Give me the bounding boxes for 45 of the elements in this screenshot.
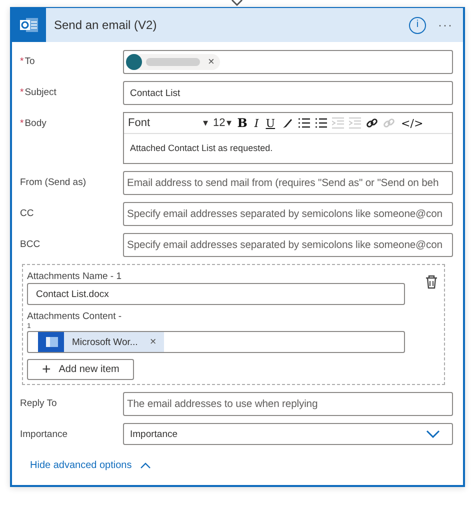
pen-icon[interactable]: [281, 117, 294, 129]
token-label: Microsoft Wor...: [72, 336, 138, 348]
remove-button[interactable]: ×: [150, 336, 156, 348]
remove-button[interactable]: ×: [208, 56, 214, 68]
more-button[interactable]: ···: [438, 18, 453, 32]
card-title: Send an email (V2): [54, 18, 158, 32]
field-label: Attachments Name - 1: [27, 271, 122, 282]
attachment-content-field[interactable]: Microsoft Wor... ×: [27, 331, 405, 353]
input-field[interactable]: Email address to send mail from (requires "Send as" or "Send on beh: [123, 171, 453, 195]
chevron-up-icon: [140, 462, 151, 469]
redacted-name-icon: [146, 57, 200, 67]
subject-field[interactable]: Contact List: [123, 81, 453, 105]
chevron-down-icon: [426, 430, 440, 438]
field-label: Importance: [20, 428, 69, 440]
delete-icon[interactable]: [425, 275, 438, 289]
input-field[interactable]: The email addresses to use when replying: [123, 392, 453, 416]
font-dropdown[interactable]: Font ▾: [128, 117, 208, 129]
format-button[interactable]: I: [253, 116, 260, 130]
to-field[interactable]: ×: [123, 50, 453, 74]
avatar-icon: [126, 54, 142, 70]
word-document-icon: [38, 332, 64, 352]
field-label: *Subject: [20, 86, 58, 98]
field-label: From (Send as): [20, 176, 87, 188]
connector-icon: [231, 0, 243, 7]
body-text[interactable]: Attached Contact List as requested.: [124, 134, 452, 163]
format-button[interactable]: U: [264, 116, 276, 130]
input-field[interactable]: Specify email addresses separated by semicolons like someone@con: [123, 202, 453, 226]
add-item-button[interactable]: + Add new item: [27, 359, 134, 380]
field-label: Reply To: [20, 397, 58, 409]
importance-dropdown[interactable]: Importance: [123, 423, 453, 445]
link-icon[interactable]: [366, 117, 378, 129]
size-dropdown[interactable]: 12▾: [213, 117, 232, 129]
format-button[interactable]: B: [236, 116, 248, 130]
field-label: *To: [20, 55, 36, 67]
field-label: Attachments Content -: [27, 311, 122, 322]
bullets-icon[interactable]: [298, 117, 310, 129]
hide-advanced-link[interactable]: Hide advanced options: [30, 460, 453, 471]
format-button[interactable]: </>: [400, 116, 424, 130]
input-field[interactable]: Specify email addresses separated by semicolons like someone@con: [123, 233, 453, 257]
field-label: CC: [20, 207, 35, 219]
numbers-icon[interactable]: [315, 117, 328, 129]
field-label: BCC: [20, 238, 42, 250]
attachment-name-field[interactable]: Contact List.docx: [27, 283, 405, 305]
field-label: *Body: [20, 117, 48, 129]
info-button[interactable]: i: [409, 16, 426, 34]
